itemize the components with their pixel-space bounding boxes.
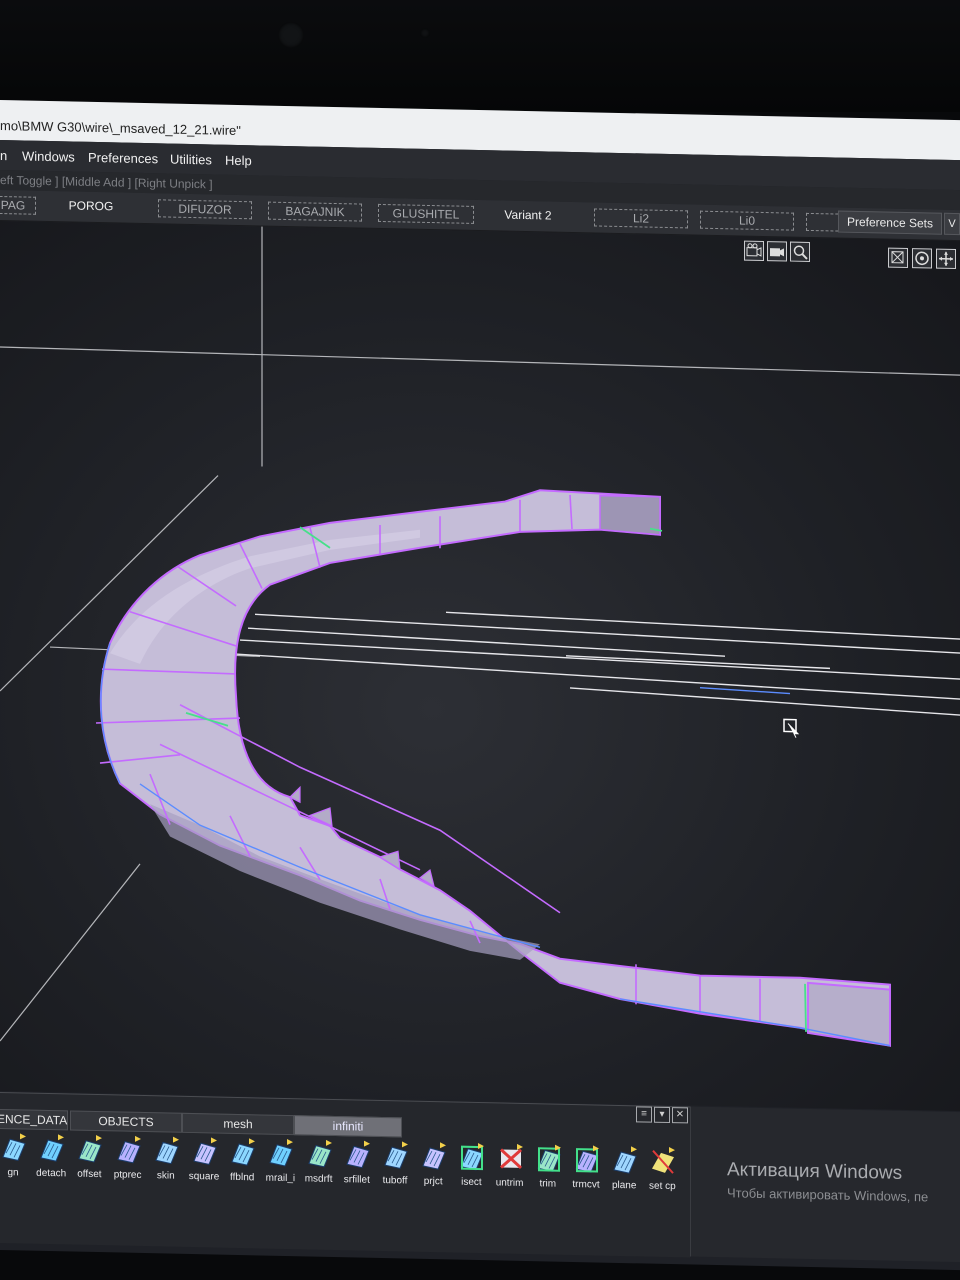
tool-srfillet[interactable]: srfillet — [338, 1140, 376, 1201]
windows-activation-watermark: Активация Windows Чтобы активировать Win… — [690, 1106, 960, 1263]
mouse-cursor — [783, 718, 800, 738]
preference-sets-button[interactable]: Preference Sets — [837, 210, 942, 235]
offset-icon — [76, 1135, 104, 1166]
screen: mo\BMW G30\wire\_msaved_12_21.wire" n Wi… — [0, 100, 960, 1271]
tool-gn[interactable]: gn — [0, 1133, 32, 1194]
end-cap-right — [807, 981, 891, 1047]
menu-preferences[interactable]: Preferences — [88, 150, 158, 166]
tool-prjct[interactable]: prjct — [414, 1142, 452, 1203]
construction-lines — [231, 611, 960, 716]
lip-spoiler-model[interactable] — [0, 221, 960, 1111]
activation-title: Активация Windows — [727, 1159, 903, 1184]
tuboff-icon — [382, 1141, 410, 1172]
tool-offset[interactable]: offset — [70, 1134, 108, 1195]
shelf-tab-porog[interactable]: POROG — [50, 197, 132, 215]
tool-label: set cp — [649, 1180, 676, 1193]
menu-help[interactable]: Help — [225, 153, 252, 169]
untrim-icon — [497, 1143, 525, 1174]
palette-collapse-icon[interactable]: ▾ — [654, 1106, 670, 1124]
menu-file[interactable]: n — [0, 148, 7, 163]
shelf-tab-variant-2[interactable]: Variant 2 — [486, 206, 570, 224]
shelf-tab-li2[interactable]: Li2 — [594, 208, 688, 229]
tool-ptprec[interactable]: ptprec — [109, 1135, 147, 1196]
shelf-tab-glushitel[interactable]: GLUSHITEL — [378, 203, 474, 224]
tool-set-cp[interactable]: set cp — [643, 1146, 681, 1207]
trim-icon — [535, 1144, 563, 1175]
tool-mrail-i[interactable]: mrail_i — [261, 1138, 299, 1199]
tool-palette: ≡ ▾ ✕ ENCE_DATA OBJECTS mesh infiniti gn… — [0, 1092, 690, 1258]
tool-square[interactable]: square — [185, 1137, 223, 1198]
camera-lens — [278, 22, 304, 48]
srfillet-icon — [344, 1140, 372, 1171]
skin-icon — [153, 1136, 181, 1167]
spoiler-surface — [99, 489, 891, 1047]
shelf-tab-bagajnik[interactable]: BAGAJNIK — [268, 201, 362, 222]
tool-trmcvt[interactable]: trmcvt — [567, 1145, 605, 1206]
tool-untrim[interactable]: untrim — [491, 1143, 529, 1204]
shelf-tab-difuzor[interactable]: DIFUZOR — [158, 199, 252, 220]
preference-sets-overflow[interactable]: V — [944, 212, 960, 236]
tool-msdrft[interactable]: msdrft — [300, 1139, 338, 1200]
activation-subtitle: Чтобы активировать Windows, пе — [727, 1185, 929, 1205]
tool-isect[interactable]: isect — [452, 1142, 490, 1203]
mouse-hint-text: eft Toggle ] [Middle Add ] [Right Unpick… — [0, 173, 213, 192]
palette-tab-infiniti[interactable]: infiniti — [294, 1115, 402, 1138]
palette-tab-objects[interactable]: OBJECTS — [70, 1110, 182, 1133]
tool-plane[interactable]: plane — [605, 1146, 643, 1207]
prjct-icon — [420, 1142, 448, 1173]
detach-icon — [38, 1134, 66, 1165]
ffblnd-icon — [229, 1138, 257, 1169]
mrail-icon — [267, 1139, 295, 1170]
plane-icon — [611, 1146, 639, 1177]
trmcvt-icon — [573, 1145, 601, 1176]
align-icon — [0, 1133, 28, 1164]
sensor-dot — [420, 28, 430, 38]
tool-skin[interactable]: skin — [147, 1136, 185, 1197]
palette-list-icon[interactable]: ≡ — [636, 1106, 652, 1123]
palette-tab-mesh[interactable]: mesh — [182, 1112, 294, 1136]
msdrft-icon — [306, 1139, 334, 1170]
shelf-tab-li0[interactable]: Li0 — [700, 210, 794, 231]
ptprec-icon — [115, 1135, 143, 1166]
tool-ffblnd[interactable]: ffblnd — [223, 1138, 261, 1199]
palette-tab-reference-data[interactable]: ENCE_DATA — [0, 1108, 68, 1131]
menu-utilities[interactable]: Utilities — [170, 152, 212, 168]
window-title: mo\BMW G30\wire\_msaved_12_21.wire" — [0, 118, 241, 139]
perspective-viewport[interactable] — [0, 221, 960, 1112]
isect-icon — [458, 1143, 486, 1174]
monitor-bezel — [0, 0, 960, 112]
tool-tuboff[interactable]: tuboff — [376, 1141, 414, 1202]
palette-close-icon[interactable]: ✕ — [672, 1107, 688, 1124]
tool-trim[interactable]: trim — [529, 1144, 567, 1205]
set-cp-icon — [649, 1147, 677, 1178]
square-icon — [191, 1137, 219, 1168]
tool-detach[interactable]: detach — [32, 1134, 70, 1195]
shelf-tab-pag[interactable]: PAG — [0, 195, 36, 215]
menu-windows[interactable]: Windows — [22, 148, 75, 164]
